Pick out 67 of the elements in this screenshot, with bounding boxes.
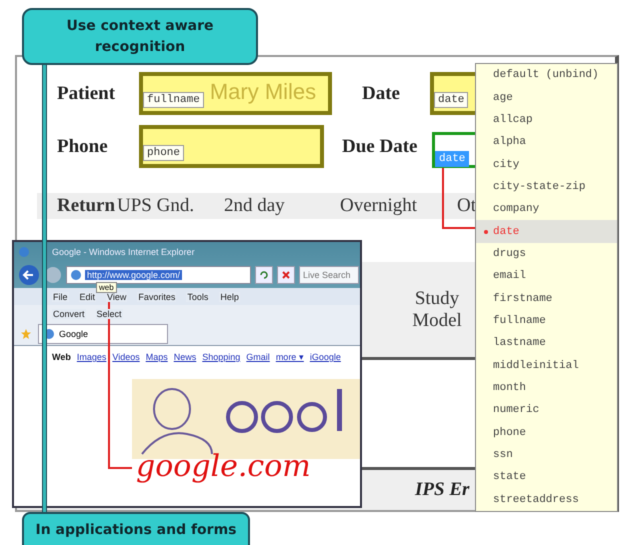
field-label: Phone: [57, 136, 109, 158]
column-heading: Study Model: [411, 288, 463, 332]
menu-item[interactable]: company: [476, 198, 617, 220]
field-value: Mary Miles: [210, 79, 316, 105]
form-field[interactable]: phone: [139, 125, 324, 168]
search-field[interactable]: Live Search: [299, 266, 359, 284]
leader-line: [442, 168, 475, 229]
menu-item[interactable]: ssn: [476, 444, 617, 466]
menu-entry[interactable]: File: [52, 292, 69, 302]
menu-item[interactable]: city-state-zip: [476, 176, 617, 198]
nav-link[interactable]: Images: [76, 352, 106, 362]
handwritten-note: google.com: [136, 449, 311, 484]
shipping-option[interactable]: 2nd day: [224, 195, 340, 217]
nav-link[interactable]: Maps: [146, 352, 168, 362]
tooltip: web: [96, 282, 117, 293]
menu-item[interactable]: lastname: [476, 332, 617, 354]
url-text: http://www.google.com/: [85, 270, 182, 280]
field-label: Date: [362, 82, 401, 104]
nav-link[interactable]: iGoogle: [310, 352, 341, 362]
forward-icon[interactable]: [44, 266, 62, 284]
refresh-button[interactable]: [255, 266, 273, 284]
toolbar-button[interactable]: Select: [96, 308, 123, 318]
window-title: Google - Windows Internet Explorer: [52, 247, 195, 257]
menu-item[interactable]: numeric: [476, 399, 617, 422]
menu-entry[interactable]: Tools: [186, 292, 210, 302]
nav-link[interactable]: Videos: [112, 352, 140, 362]
back-icon[interactable]: [18, 264, 40, 286]
address-bar[interactable]: http://www.google.com/: [66, 266, 251, 284]
browser-icon: [18, 246, 30, 258]
nav-link[interactable]: News: [174, 352, 196, 362]
callout: Use context aware recognition: [22, 8, 258, 65]
field-tag: fullname: [143, 92, 204, 108]
shipping-option[interactable]: Overnight: [340, 195, 457, 217]
menu-item[interactable]: firstname: [476, 287, 617, 310]
shipping-label: Return: [57, 195, 116, 217]
menu-entry[interactable]: Help: [219, 292, 240, 302]
star-icon[interactable]: [20, 328, 32, 340]
field-tag: date: [435, 151, 470, 167]
page-icon: [70, 269, 82, 281]
callout: In applications and forms: [22, 512, 250, 545]
field-label: Due Date: [342, 136, 418, 158]
menu-item[interactable]: fullname: [476, 310, 617, 332]
nav-text: Web: [52, 352, 71, 362]
menu-entry[interactable]: Favorites: [137, 292, 176, 302]
form-field[interactable]: fullname Mary Miles: [139, 72, 332, 115]
toolbar-button[interactable]: Convert: [52, 308, 86, 318]
field-tag: phone: [143, 145, 184, 161]
menu-item[interactable]: middleinitial: [476, 354, 617, 377]
nav-link[interactable]: Gmail: [246, 352, 270, 362]
field-label: Patient: [57, 82, 116, 104]
close-icon: [281, 270, 291, 280]
menu-item[interactable]: month: [476, 376, 617, 400]
menu-item[interactable]: email: [476, 265, 617, 288]
menu-item[interactable]: phone: [476, 422, 617, 444]
shipping-option[interactable]: UPS Gnd.: [117, 195, 224, 217]
menu-entry[interactable]: Edit: [78, 292, 96, 302]
footer-text: IPS Er: [415, 479, 470, 501]
menu-item[interactable]: drugs: [476, 242, 617, 266]
browser-tab[interactable]: Google: [38, 324, 168, 344]
nav-link[interactable]: more ▾: [276, 352, 304, 362]
menu-item[interactable]: streetaddress: [476, 488, 617, 511]
menu-item[interactable]: state: [476, 466, 617, 489]
nav-link[interactable]: Shopping: [202, 352, 240, 362]
stop-button[interactable]: [277, 266, 295, 284]
field-tag: date: [434, 92, 468, 108]
menu-entry[interactable]: View: [106, 292, 128, 302]
refresh-icon: [259, 270, 269, 280]
